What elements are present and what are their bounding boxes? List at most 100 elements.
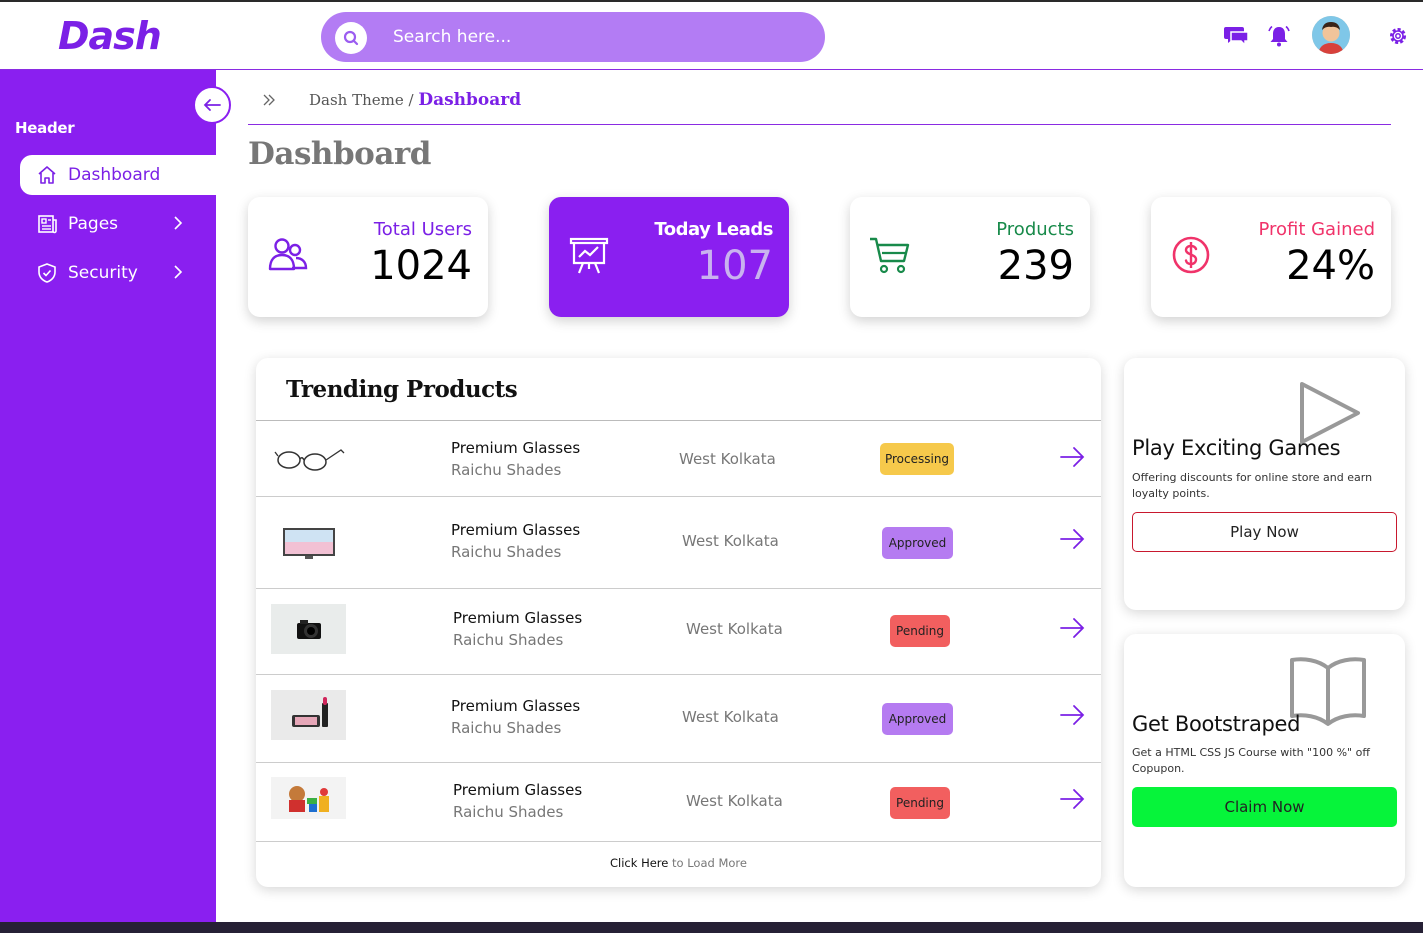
- product-image: [271, 431, 346, 481]
- product-brand: Raichu Shades: [453, 803, 564, 821]
- newspaper-icon: [35, 212, 59, 236]
- top-bar: Dash: [0, 0, 1423, 70]
- stat-card-total-users[interactable]: Total Users 1024: [248, 197, 488, 317]
- promo-card-bootstrap: Get Bootstraped Get a HTML CSS JS Course…: [1124, 634, 1405, 887]
- search-bar: [321, 12, 825, 62]
- stat-label: Total Users: [373, 219, 472, 240]
- search-icon: [343, 30, 359, 46]
- stat-card-profit-gained[interactable]: Profit Gained 24%: [1151, 197, 1391, 317]
- sidebar-item-label: Dashboard: [68, 165, 161, 185]
- product-name: Premium Glasses: [453, 781, 583, 799]
- product-brand: Raichu Shades: [453, 631, 564, 649]
- arrow-right-icon[interactable]: [1057, 616, 1087, 640]
- avatar[interactable]: [1312, 16, 1350, 54]
- promo-card-games: Play Exciting Games Offering discounts f…: [1124, 358, 1405, 610]
- promo-title: Play Exciting Games: [1132, 436, 1341, 460]
- breadcrumb-separator: /: [403, 91, 419, 109]
- status-badge: Processing: [880, 443, 954, 475]
- chat-icon: [1224, 27, 1249, 47]
- stat-label: Today Leads: [654, 219, 773, 240]
- home-icon: [35, 163, 59, 187]
- sidebar-collapse-button[interactable]: [193, 86, 231, 124]
- status-badge: Pending: [890, 787, 950, 819]
- dollar-icon: [1169, 233, 1213, 277]
- status-badge: Pending: [890, 615, 950, 647]
- product-location: West Kolkata: [686, 620, 783, 638]
- product-location: West Kolkata: [682, 708, 779, 726]
- product-image: [271, 777, 346, 819]
- sidebar-item-label: Security: [68, 263, 138, 283]
- arrow-right-icon[interactable]: [1057, 703, 1087, 727]
- breadcrumb: Dash Theme / Dashboard: [309, 90, 521, 110]
- double-chevron-right-icon[interactable]: [262, 93, 276, 107]
- promo-description: Get a HTML CSS JS Course with "100 %" of…: [1132, 746, 1370, 775]
- avatar-icon: [1312, 16, 1350, 54]
- load-more: Click Here to Load More: [256, 856, 1101, 870]
- product-name: Premium Glasses: [453, 609, 583, 627]
- users-icon: [266, 233, 310, 277]
- table-row[interactable]: Premium Glasses Raichu Shades West Kolka…: [256, 421, 1101, 497]
- presentation-chart-icon: [567, 233, 611, 277]
- product-location: West Kolkata: [686, 792, 783, 810]
- chevron-right-icon: [174, 265, 183, 279]
- product-name: Premium Glasses: [451, 521, 581, 539]
- claim-now-button[interactable]: Claim Now: [1132, 787, 1397, 827]
- bell-icon: [1268, 25, 1290, 47]
- settings-button[interactable]: [1384, 22, 1412, 50]
- notifications-button[interactable]: [1265, 22, 1293, 50]
- sidebar: Header Dashboard Pages Security: [0, 70, 216, 922]
- product-brand: Raichu Shades: [451, 543, 562, 561]
- sidebar-header: Header: [15, 119, 75, 137]
- search-button[interactable]: [335, 22, 367, 54]
- product-image: [271, 604, 346, 654]
- sidebar-item-dashboard[interactable]: Dashboard: [20, 155, 216, 195]
- trending-products-card: Trending Products Premium Glasses Raichu…: [256, 358, 1101, 887]
- shield-icon: [35, 261, 59, 285]
- chat-button[interactable]: [1222, 22, 1250, 50]
- status-badge: Approved: [882, 527, 953, 559]
- load-more-text: to Load More: [668, 856, 747, 870]
- taskbar: [0, 922, 1423, 933]
- sidebar-item-pages[interactable]: Pages: [20, 204, 216, 244]
- search-input[interactable]: [393, 24, 793, 50]
- product-image: [271, 690, 346, 740]
- load-more-link[interactable]: Click Here: [610, 856, 668, 870]
- stat-value: 239: [997, 243, 1074, 289]
- stat-card-products[interactable]: Products 239: [850, 197, 1090, 317]
- table-row[interactable]: Premium Glasses Raichu Shades West Kolka…: [256, 589, 1101, 675]
- table-row[interactable]: Premium Glasses Raichu Shades West Kolka…: [256, 497, 1101, 589]
- chevron-right-icon: [174, 216, 183, 230]
- gear-icon: [1390, 28, 1406, 44]
- stat-value: 107: [696, 243, 773, 289]
- table-row[interactable]: Premium Glasses Raichu Shades West Kolka…: [256, 763, 1101, 842]
- breadcrumb-bar: Dash Theme / Dashboard: [248, 84, 1391, 125]
- arrow-right-icon[interactable]: [1057, 445, 1087, 469]
- trending-title: Trending Products: [286, 376, 518, 403]
- breadcrumb-current: Dashboard: [418, 90, 522, 110]
- stat-label: Products: [996, 219, 1074, 240]
- product-name: Premium Glasses: [451, 697, 581, 715]
- stat-value: 24%: [1286, 243, 1375, 289]
- stat-label: Profit Gained: [1258, 219, 1375, 240]
- arrow-right-icon[interactable]: [1057, 787, 1087, 811]
- sidebar-item-security[interactable]: Security: [20, 253, 216, 293]
- product-location: West Kolkata: [682, 532, 779, 550]
- promo-description: Offering discounts for online store and …: [1132, 471, 1373, 500]
- stat-card-today-leads[interactable]: Today Leads 107: [549, 197, 789, 317]
- sidebar-item-label: Pages: [68, 214, 119, 234]
- product-name: Premium Glasses: [451, 439, 581, 457]
- promo-title: Get Bootstraped: [1132, 712, 1301, 736]
- arrow-left-icon: [203, 99, 221, 111]
- product-brand: Raichu Shades: [451, 461, 562, 479]
- breadcrumb-parent[interactable]: Dash Theme: [309, 91, 404, 109]
- stat-value: 1024: [370, 243, 472, 289]
- product-brand: Raichu Shades: [451, 719, 562, 737]
- arrow-right-icon[interactable]: [1057, 527, 1087, 551]
- app-logo[interactable]: Dash: [58, 14, 162, 58]
- table-row[interactable]: Premium Glasses Raichu Shades West Kolka…: [256, 675, 1101, 763]
- page-title: Dashboard: [248, 136, 431, 172]
- product-location: West Kolkata: [679, 450, 776, 468]
- status-badge: Approved: [882, 703, 953, 735]
- play-now-button[interactable]: Play Now: [1132, 512, 1397, 552]
- product-image: [271, 517, 346, 567]
